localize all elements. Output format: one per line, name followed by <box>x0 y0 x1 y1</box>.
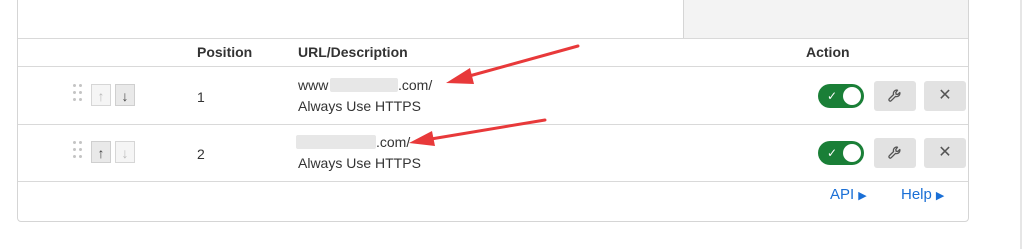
column-header-position: Position <box>197 44 253 60</box>
help-link-label: Help <box>901 186 932 203</box>
row-description: Always Use HTTPS <box>298 98 421 114</box>
caret-right-icon: ▶ <box>935 190 945 202</box>
redacted-domain <box>296 135 376 149</box>
drag-handle-icon[interactable] <box>73 84 83 104</box>
help-link[interactable]: Help ▶ <box>901 186 944 203</box>
rule-enabled-toggle[interactable]: ✓ <box>818 84 864 108</box>
column-header-action: Action <box>806 44 850 60</box>
row-url-suffix: .com/ <box>376 134 411 150</box>
toggle-knob <box>843 144 861 162</box>
arrow-down-icon[interactable]: ↓ <box>115 141 135 163</box>
wrench-icon <box>888 89 901 102</box>
row-url-suffix: .com/ <box>398 77 433 93</box>
table-bottom-divider <box>18 181 968 182</box>
check-icon: ✓ <box>827 146 838 160</box>
edit-rule-button[interactable] <box>874 138 916 168</box>
wrench-icon <box>888 146 901 159</box>
arrow-down-icon[interactable]: ↓ <box>115 84 135 106</box>
close-icon: ✕ <box>938 87 952 104</box>
toggle-knob <box>843 87 861 105</box>
page-rules-card: Position URL/Description Action ↑ ↓ 1 ww… <box>17 0 969 222</box>
row-url-prefix: www <box>298 77 329 93</box>
header-top-divider <box>18 38 968 39</box>
row-divider <box>18 124 968 125</box>
edit-rule-button[interactable] <box>874 81 916 111</box>
delete-rule-button[interactable]: ✕ <box>924 81 966 111</box>
close-icon: ✕ <box>938 144 952 161</box>
header-bottom-divider <box>18 66 968 67</box>
arrow-up-icon[interactable]: ↑ <box>91 141 111 163</box>
api-link[interactable]: API ▶ <box>830 186 867 203</box>
caret-right-icon: ▶ <box>858 190 867 202</box>
rule-enabled-toggle[interactable]: ✓ <box>818 141 864 165</box>
redacted-domain <box>330 78 398 92</box>
delete-rule-button[interactable]: ✕ <box>924 138 966 168</box>
api-link-label: API <box>830 186 855 203</box>
row-position: 2 <box>197 146 205 162</box>
arrow-up-icon[interactable]: ↑ <box>91 84 111 106</box>
row-position: 1 <box>197 89 205 105</box>
column-header-url: URL/Description <box>298 44 408 60</box>
top-gray-panel <box>683 0 968 38</box>
check-icon: ✓ <box>827 89 838 103</box>
drag-handle-icon[interactable] <box>73 141 83 161</box>
row-description: Always Use HTTPS <box>298 155 421 171</box>
window-right-edge <box>1020 0 1022 249</box>
